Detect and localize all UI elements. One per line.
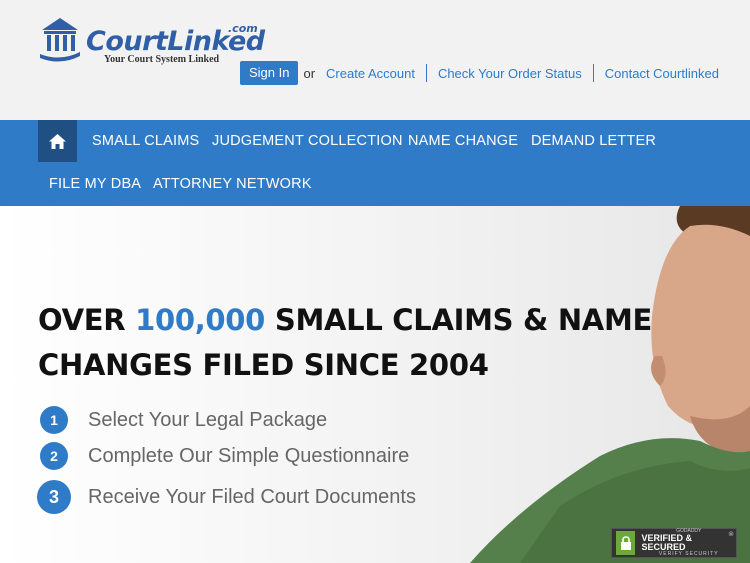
step-3: 3 Receive Your Filed Court Documents	[37, 480, 416, 514]
close-icon[interactable]: ⊗	[728, 530, 734, 538]
headline-part1: OVER	[38, 303, 136, 337]
courtlinked-logo[interactable]: CourtLinked .com Your Court System Linke…	[38, 14, 268, 70]
headline-highlight: 100,000	[135, 303, 266, 337]
top-links: Sign In or Create Account Check Your Ord…	[240, 61, 719, 85]
lock-icon	[616, 531, 636, 555]
logo-domain: .com	[228, 22, 258, 35]
badge-text: GODADDY VERIFIED & SECURED VERIFY SECURI…	[641, 529, 736, 557]
hero-headline: OVER 100,000 SMALL CLAIMS & NAME CHANGES…	[38, 298, 658, 388]
order-status-link[interactable]: Check Your Order Status	[438, 66, 582, 81]
badge-verify: VERIFY SECURITY	[658, 551, 719, 557]
main-nav: SMALL CLAIMS JUDGEMENT COLLECTION NAME C…	[0, 120, 750, 206]
step-number: 1	[40, 406, 68, 434]
badge-verified: VERIFIED & SECURED	[641, 533, 692, 552]
courthouse-icon	[40, 18, 80, 62]
nav-small-claims[interactable]: SMALL CLAIMS	[92, 133, 199, 149]
contact-link[interactable]: Contact Courtlinked	[605, 66, 719, 81]
site-header: CourtLinked .com Your Court System Linke…	[0, 0, 750, 120]
create-account-link[interactable]: Create Account	[326, 66, 415, 81]
step-text: Select Your Legal Package	[88, 408, 328, 431]
sign-in-button[interactable]: Sign In	[240, 61, 299, 85]
step-number: 2	[40, 442, 68, 470]
home-button[interactable]	[38, 120, 77, 162]
nav-demand-letter[interactable]: DEMAND LETTER	[531, 133, 656, 149]
godaddy-security-badge[interactable]: GODADDY VERIFIED & SECURED VERIFY SECURI…	[611, 528, 737, 558]
home-icon	[49, 133, 66, 149]
step-number: 3	[37, 480, 71, 514]
divider	[592, 64, 594, 82]
or-text: or	[303, 65, 316, 81]
nav-judgement-collection[interactable]: JUDGEMENT COLLECTION	[212, 133, 403, 149]
logo-tagline: Your Court System Linked	[104, 54, 220, 65]
step-text: Receive Your Filed Court Documents	[88, 485, 416, 508]
step-1: 1 Select Your Legal Package	[40, 406, 327, 434]
step-text: Complete Our Simple Questionnaire	[88, 444, 410, 467]
nav-name-change[interactable]: NAME CHANGE	[408, 133, 518, 149]
nav-file-my-dba[interactable]: FILE MY DBA	[49, 176, 141, 192]
divider	[425, 64, 427, 82]
nav-attorney-network[interactable]: ATTORNEY NETWORK	[153, 176, 312, 192]
step-2: 2 Complete Our Simple Questionnaire	[40, 442, 409, 470]
